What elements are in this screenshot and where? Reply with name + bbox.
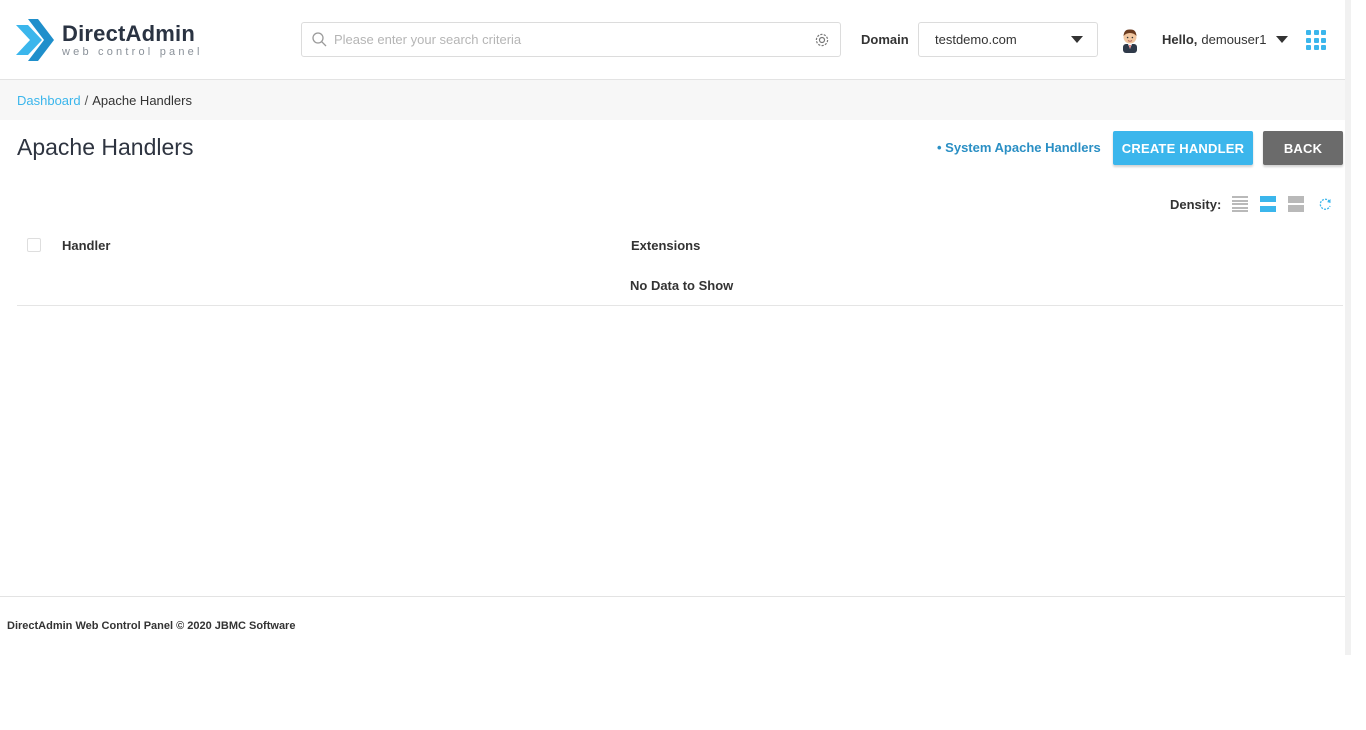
domain-select[interactable]: testdemo.com — [918, 22, 1098, 57]
table-header: Handler Extensions — [17, 228, 1343, 262]
directadmin-logo-icon — [16, 19, 54, 61]
footer-text: DirectAdmin Web Control Panel © 2020 JBM… — [7, 620, 296, 632]
system-apache-handlers-link[interactable]: • System Apache Handlers — [937, 140, 1101, 155]
breadcrumb: Dashboard / Apache Handlers — [0, 80, 1345, 120]
brand-title: DirectAdmin — [62, 20, 195, 46]
chevron-down-icon — [1071, 36, 1083, 43]
density-normal-icon[interactable] — [1260, 196, 1277, 212]
search-input[interactable] — [334, 23, 814, 56]
refresh-icon[interactable] — [1318, 197, 1332, 211]
vertical-scrollbar[interactable] — [1345, 0, 1351, 655]
username: demouser1 — [1201, 32, 1267, 47]
logo[interactable]: DirectAdmin web control panel — [16, 19, 203, 61]
back-button[interactable]: BACK — [1263, 131, 1343, 165]
create-handler-button[interactable]: CREATE HANDLER — [1113, 131, 1253, 165]
page-title: Apache Handlers — [17, 134, 194, 160]
domain-label: Domain — [861, 32, 909, 47]
density-control: Density: — [1170, 196, 1332, 212]
greeting: Hello, — [1162, 32, 1198, 47]
top-header: DirectAdmin web control panel Domain tes… — [0, 0, 1345, 80]
breadcrumb-dashboard-link[interactable]: Dashboard — [17, 93, 81, 108]
density-compact-icon[interactable] — [1232, 196, 1249, 212]
density-wide-icon[interactable] — [1288, 196, 1305, 212]
breadcrumb-separator: / — [84, 92, 89, 108]
user-menu[interactable]: Hello, demouser1 — [1162, 32, 1289, 47]
gear-icon[interactable] — [814, 31, 832, 49]
search-icon — [312, 32, 328, 48]
empty-message: No Data to Show — [630, 278, 734, 293]
apps-grid-icon[interactable] — [1306, 30, 1326, 50]
chevron-down-icon — [1276, 36, 1289, 43]
app-window: DirectAdmin web control panel Domain tes… — [0, 0, 1351, 655]
handlers-table: Handler Extensions No Data to Show — [17, 228, 1343, 306]
density-label: Density: — [1170, 196, 1222, 212]
empty-state-row: No Data to Show — [17, 266, 1343, 306]
domain-selected-value: testdemo.com — [935, 32, 1017, 47]
avatar[interactable] — [1119, 27, 1141, 53]
footer: DirectAdmin Web Control Panel © 2020 JBM… — [0, 596, 1345, 655]
brand-subtitle: web control panel — [62, 45, 203, 58]
column-header-handler[interactable]: Handler — [62, 238, 110, 253]
column-header-extensions[interactable]: Extensions — [631, 238, 700, 253]
breadcrumb-current: Apache Handlers — [92, 92, 192, 108]
select-all-checkbox[interactable] — [27, 238, 41, 252]
search-box — [301, 22, 841, 57]
